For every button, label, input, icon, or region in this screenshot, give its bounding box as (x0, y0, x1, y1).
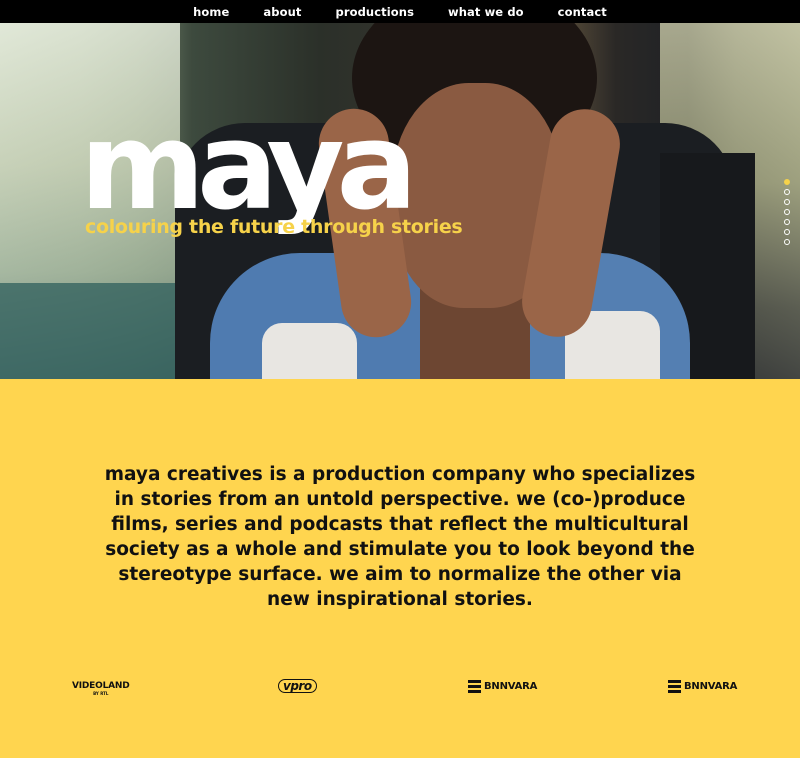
vpro-logo-name: vpro (278, 679, 317, 693)
slide-dot[interactable] (784, 179, 790, 185)
videoland-logo-sub: BY RTL (93, 691, 109, 696)
about-description: maya creatives is a production company w… (104, 464, 696, 610)
slide-dot[interactable] (784, 189, 790, 195)
bnnvara-bars-icon (668, 680, 681, 693)
vpro-logo[interactable]: vpro (278, 679, 317, 693)
slide-dot[interactable] (784, 199, 790, 205)
top-navigation: home about productions what we do contac… (0, 0, 800, 23)
videoland-logo[interactable]: VIDEOLAND BY RTL (72, 681, 130, 696)
slide-dot[interactable] (784, 209, 790, 215)
slide-dot[interactable] (784, 229, 790, 235)
slide-pagination (784, 179, 790, 245)
slide-dot[interactable] (784, 219, 790, 225)
nav-productions-link[interactable]: productions (336, 5, 415, 19)
bnnvara-logo-name: BNNVARA (484, 681, 538, 692)
bnnvara-logo-name: BNNVARA (684, 681, 738, 692)
hero-title: maya (80, 98, 418, 237)
bnnvara-logo[interactable]: BNNVARA (468, 680, 537, 693)
nav-what-we-do-link[interactable]: what we do (448, 5, 524, 19)
hero-section: maya colouring the future through storie… (0, 23, 800, 379)
nav-contact-link[interactable]: contact (558, 5, 607, 19)
bnnvara-bars-icon (468, 680, 481, 693)
nav-about-link[interactable]: about (263, 5, 301, 19)
bnnvara-logo-secondary[interactable]: BNNVARA (668, 680, 737, 693)
hero-tagline: colouring the future through stories (85, 216, 463, 238)
nav-home-link[interactable]: home (193, 5, 229, 19)
hero-sleeve-left (262, 323, 357, 379)
partner-logos: VIDEOLAND BY RTL vpro BNNVARA BNNVARA (0, 676, 800, 702)
videoland-logo-name: VIDEOLAND (72, 681, 130, 691)
slide-dot[interactable] (784, 239, 790, 245)
